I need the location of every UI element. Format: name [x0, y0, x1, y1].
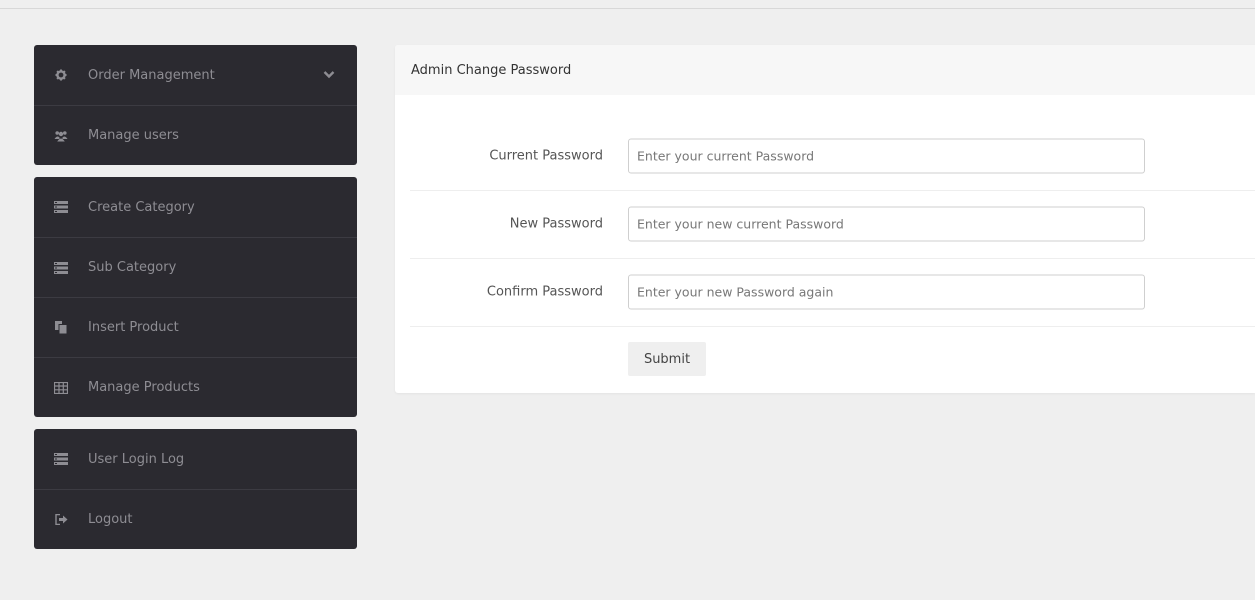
confirm-password-label: Confirm Password	[486, 284, 603, 300]
form-row-current-password: Current Password	[410, 122, 1255, 191]
list-icon	[54, 261, 68, 275]
sidebar-item-manage-users[interactable]: Manage users	[34, 105, 357, 165]
sidebar-item-logout[interactable]: Logout	[34, 489, 357, 549]
menu-group-account: User Login Log Logout	[34, 429, 357, 549]
sidebar-item-label: Order Management	[88, 67, 215, 83]
sidebar-item-label: Insert Product	[88, 320, 179, 335]
current-password-label: Current Password	[489, 148, 603, 164]
sidebar-item-order-management[interactable]: Order Management	[34, 45, 357, 105]
sidebar-item-label: Manage users	[88, 128, 179, 143]
chevron-down-icon[interactable]	[323, 68, 335, 83]
gear-icon	[54, 68, 68, 82]
new-password-label: New Password	[509, 216, 603, 232]
list-icon	[54, 200, 68, 214]
sidebar-item-create-category[interactable]: Create Category	[34, 177, 357, 237]
sidebar-item-label: Logout	[88, 512, 133, 527]
panel-title: Admin Change Password	[395, 45, 1255, 95]
sidebar-item-user-login-log[interactable]: User Login Log	[34, 429, 357, 489]
form-row-new-password: New Password	[410, 190, 1255, 259]
copy-icon	[54, 321, 68, 335]
sidebar-item-label: Sub Category	[88, 260, 177, 275]
new-password-input[interactable]	[628, 206, 1145, 242]
menu-group-catalog: Create Category Sub Category Insert Prod…	[34, 177, 357, 417]
current-password-input[interactable]	[628, 138, 1145, 174]
submit-button[interactable]: Submit	[628, 342, 706, 376]
sidebar-item-manage-products[interactable]: Manage Products	[34, 357, 357, 417]
sidebar-item-label: Create Category	[88, 199, 195, 215]
sidebar-item-label: Manage Products	[88, 380, 200, 395]
top-divider	[0, 8, 1255, 9]
change-password-panel: Admin Change Password Current Password N…	[395, 45, 1255, 393]
sidebar-item-sub-category[interactable]: Sub Category	[34, 237, 357, 297]
signout-icon	[54, 513, 68, 527]
form-row-confirm-password: Confirm Password	[410, 258, 1255, 327]
table-icon	[54, 381, 68, 395]
sidebar-item-label: User Login Log	[88, 451, 185, 467]
sidebar-item-insert-product[interactable]: Insert Product	[34, 297, 357, 357]
list-icon	[54, 452, 68, 466]
menu-group-orders: Order Management Manage users	[34, 45, 357, 165]
users-icon	[54, 129, 68, 143]
confirm-password-input[interactable]	[628, 274, 1145, 310]
sidebar: Order Management Manage users Create Cat…	[34, 45, 357, 561]
